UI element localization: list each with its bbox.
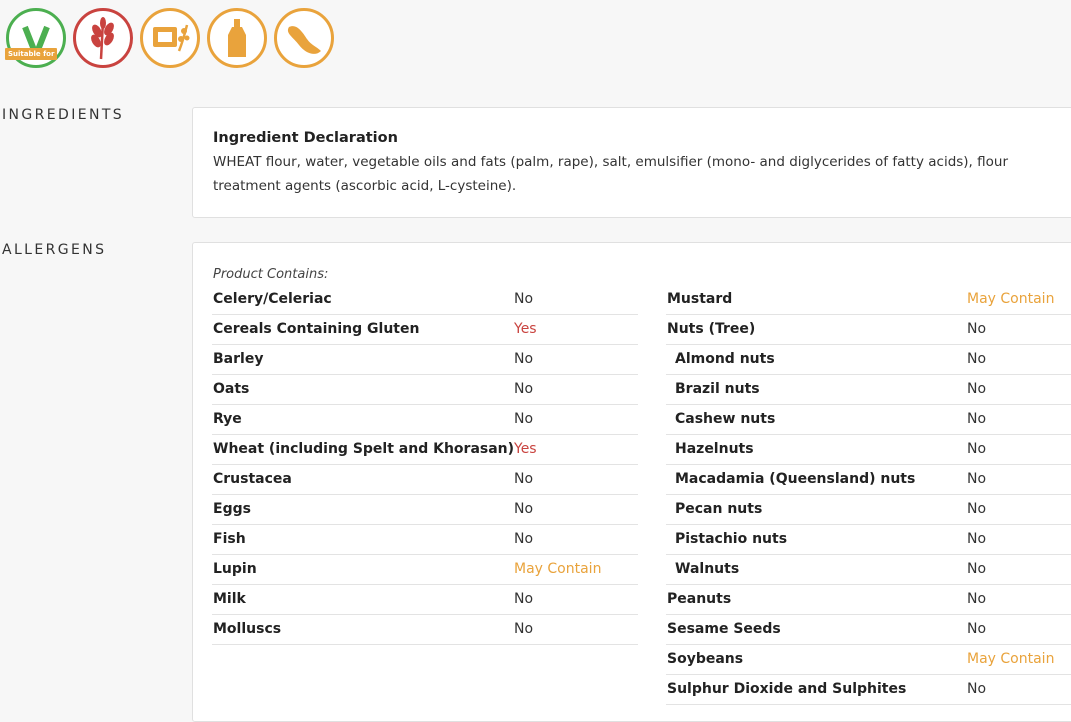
allergen-row: Fish No: [212, 525, 638, 555]
allergen-row: Lupin May Contain: [212, 555, 638, 585]
allergen-row: Barley No: [212, 345, 638, 375]
allergen-name: Barley: [213, 351, 264, 367]
allergen-name: Macadamia (Queensland) nuts: [675, 471, 916, 487]
allergen-status: No: [514, 291, 534, 307]
allergen-name: Pistachio nuts: [675, 531, 788, 547]
allergens-right-column: Mustard May Contain Nuts (Tree) No Almond nu…: [666, 285, 1071, 705]
allergen-row: Nuts (Tree) No: [666, 315, 1071, 345]
allergen-status: No: [967, 321, 987, 337]
allergen-name: Wheat (including Spelt and Khorasan): [213, 441, 515, 457]
allergen-status: No: [967, 681, 987, 697]
allergen-name: Oats: [213, 381, 250, 397]
allergen-status: No: [967, 531, 987, 547]
allergens-panel: Product Contains: Celery/Celeriac No Cerea…: [192, 242, 1071, 722]
ingredient-declaration-text: WHEAT flour, water, vegetable oils and f…: [213, 154, 1009, 194]
allergen-row: Mustard May Contain: [666, 285, 1071, 315]
allergen-name: Brazil nuts: [675, 381, 760, 397]
allergen-status: No: [967, 501, 987, 517]
allergen-name: Nuts (Tree): [667, 321, 756, 337]
allergen-row: Sesame Seeds No: [666, 615, 1071, 645]
allergen-status: No: [514, 591, 534, 607]
allergen-name: Lupin: [213, 561, 257, 577]
badge-label: Suitable for: [5, 48, 58, 60]
allergens-section-title: ALLERGENS: [2, 242, 107, 258]
allergen-status: No: [514, 351, 534, 367]
allergen-status: No: [514, 471, 534, 487]
allergen-name: Celery/Celeriac: [213, 291, 332, 307]
allergen-status: Yes: [514, 441, 537, 457]
allergen-row: Wheat (including Spelt and Khorasan) Yes: [212, 435, 638, 465]
soybean-icon: [274, 8, 334, 68]
sauce-bottle-icon: [207, 8, 267, 68]
allergen-name: Hazelnuts: [675, 441, 754, 457]
allergen-row: Hazelnuts No: [666, 435, 1071, 465]
allergen-name: Crustacea: [213, 471, 292, 487]
allergen-row: Almond nuts No: [666, 345, 1071, 375]
allergen-status: No: [514, 621, 534, 637]
allergen-name: Peanuts: [667, 591, 732, 607]
allergen-name: Walnuts: [675, 561, 740, 577]
product-contains-label: Product Contains:: [213, 267, 329, 282]
allergen-row: Pecan nuts No: [666, 495, 1071, 525]
allergen-status: No: [967, 621, 987, 637]
allergen-status: No: [514, 501, 534, 517]
mustard-icon: [140, 8, 200, 68]
allergen-name: Soybeans: [667, 651, 744, 667]
allergen-row: Brazil nuts No: [666, 375, 1071, 405]
allergen-status: No: [967, 591, 987, 607]
allergen-status: May Contain: [967, 291, 1055, 307]
allergen-row: Oats No: [212, 375, 638, 405]
ingredients-panel: Ingredient Declaration WHEAT flour, wate…: [192, 107, 1071, 218]
allergen-status: No: [967, 441, 987, 457]
allergen-row: Rye No: [212, 405, 638, 435]
allergen-name: Milk: [213, 591, 246, 607]
allergen-row: Cereals Containing Gluten Yes: [212, 315, 638, 345]
allergen-status: Yes: [514, 321, 537, 337]
allergen-status: No: [967, 351, 987, 367]
allergen-status: No: [514, 381, 534, 397]
allergen-name: Pecan nuts: [675, 501, 763, 517]
allergen-name: Sesame Seeds: [667, 621, 781, 637]
allergen-status: May Contain: [514, 561, 602, 577]
allergens-left-column: Celery/Celeriac No Cereals Containing Glut…: [212, 285, 638, 645]
vegetarian-icon: Suitable for: [5, 8, 66, 68]
allergen-name: Eggs: [213, 501, 251, 517]
allergen-name: Molluscs: [213, 621, 282, 637]
allergen-name: Mustard: [667, 291, 733, 307]
dietary-badges: Suitable for: [5, 8, 334, 68]
allergen-row: Walnuts No: [666, 555, 1071, 585]
allergen-name: Fish: [213, 531, 246, 547]
allergen-status: No: [967, 561, 987, 577]
allergen-row: Sulphur Dioxide and Sulphites No: [666, 675, 1071, 705]
allergen-row: Molluscs No: [212, 615, 638, 645]
allergen-row: Soybeans May Contain: [666, 645, 1071, 675]
ingredient-declaration-heading: Ingredient Declaration: [213, 130, 398, 146]
ingredients-section-title: INGREDIENTS: [2, 107, 125, 123]
allergen-row: Macadamia (Queensland) nuts No: [666, 465, 1071, 495]
allergen-status: No: [967, 411, 987, 427]
allergen-row: Eggs No: [212, 495, 638, 525]
allergen-name: Almond nuts: [675, 351, 775, 367]
allergen-status: No: [967, 471, 987, 487]
allergen-row: Cashew nuts No: [666, 405, 1071, 435]
allergen-status: No: [967, 381, 987, 397]
allergen-name: Rye: [213, 411, 242, 427]
gluten-wheat-icon: [73, 8, 133, 68]
allergen-name: Cashew nuts: [675, 411, 776, 427]
allergen-row: Celery/Celeriac No: [212, 285, 638, 315]
allergen-row: Pistachio nuts No: [666, 525, 1071, 555]
allergen-status: No: [514, 531, 534, 547]
allergen-row: Milk No: [212, 585, 638, 615]
allergen-row: Crustacea No: [212, 465, 638, 495]
allergen-name: Sulphur Dioxide and Sulphites: [667, 681, 907, 697]
allergen-status: No: [514, 411, 534, 427]
allergen-status: May Contain: [967, 651, 1055, 667]
allergen-row: Peanuts No: [666, 585, 1071, 615]
allergen-name: Cereals Containing Gluten: [213, 321, 420, 337]
